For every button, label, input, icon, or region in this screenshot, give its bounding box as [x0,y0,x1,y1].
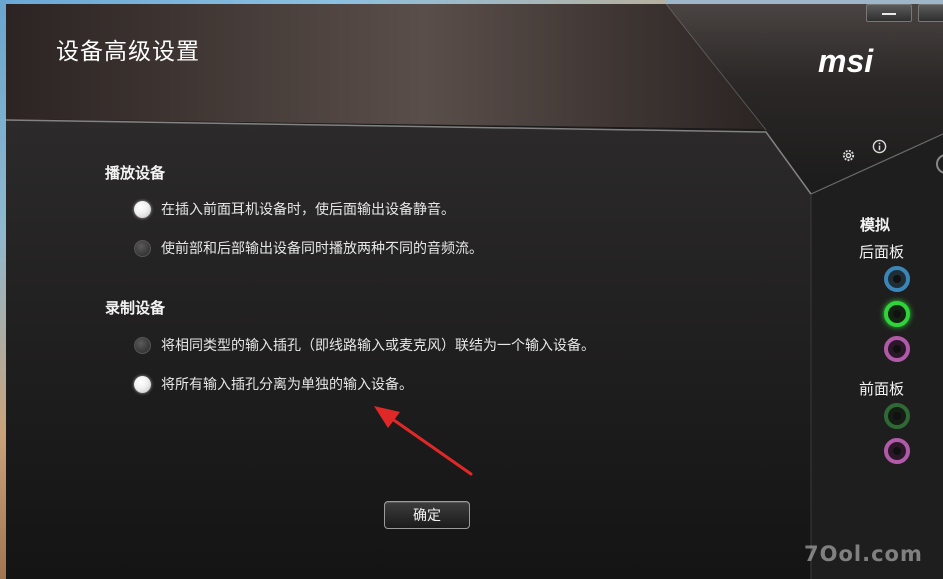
option-label: 使前部和后部输出设备同时播放两种不同的音频流。 [161,241,483,257]
option-label: 将相同类型的输入插孔（即线路输入或麦克风）联结为一个输入设备。 [161,338,595,354]
rear-jack-line-out[interactable] [884,301,910,327]
rear-panel-label: 后面板 [859,243,905,261]
rear-jack-mic[interactable] [884,336,910,362]
playback-option-mute-rear[interactable]: 在插入前面耳机设备时，使后面输出设备静音。 [134,198,455,220]
option-label: 将所有输入插孔分离为单独的输入设备。 [161,377,413,393]
radio-separate-inputs[interactable] [134,375,151,393]
msi-logo: msi [818,46,874,76]
playback-heading: 播放设备 [105,164,166,182]
ok-button[interactable]: 确定 [384,501,470,529]
gear-icon[interactable] [841,148,856,163]
site-watermark: 7Ool.com [804,542,923,566]
radio-dual-stream[interactable] [134,239,151,257]
window-title: 设备高级设置 [56,39,200,65]
minimize-icon [882,13,896,15]
rear-jack-line-in[interactable] [884,266,910,292]
info-icon[interactable] [872,139,887,154]
option-label: 在插入前面耳机设备时，使后面输出设备静音。 [161,202,455,218]
advanced-device-settings-window: 设备高级设置 msi 播放设备 在插入前面耳机设备时，使后面输出设备静音。 使前… [6,4,943,579]
recording-option-combine-inputs[interactable]: 将相同类型的输入插孔（即线路输入或麦克风）联结为一个输入设备。 [134,334,595,356]
annotation-arrow [374,406,473,476]
radio-combine-inputs[interactable] [134,336,151,354]
close-button[interactable] [918,4,943,22]
front-jack-headphone[interactable] [884,403,910,429]
recording-heading: 录制设备 [105,299,166,317]
radio-mute-rear[interactable] [134,200,151,218]
analog-mode-label: 模拟 [860,216,891,234]
playback-option-dual-stream[interactable]: 使前部和后部输出设备同时播放两种不同的音频流。 [134,237,483,259]
front-panel-label: 前面板 [859,380,905,398]
recording-option-separate-inputs[interactable]: 将所有输入插孔分离为单独的输入设备。 [134,373,413,395]
window-background-panels [6,4,943,579]
front-jack-mic[interactable] [884,438,910,464]
svg-text:msi: msi [818,46,874,76]
minimize-button[interactable] [866,4,912,22]
